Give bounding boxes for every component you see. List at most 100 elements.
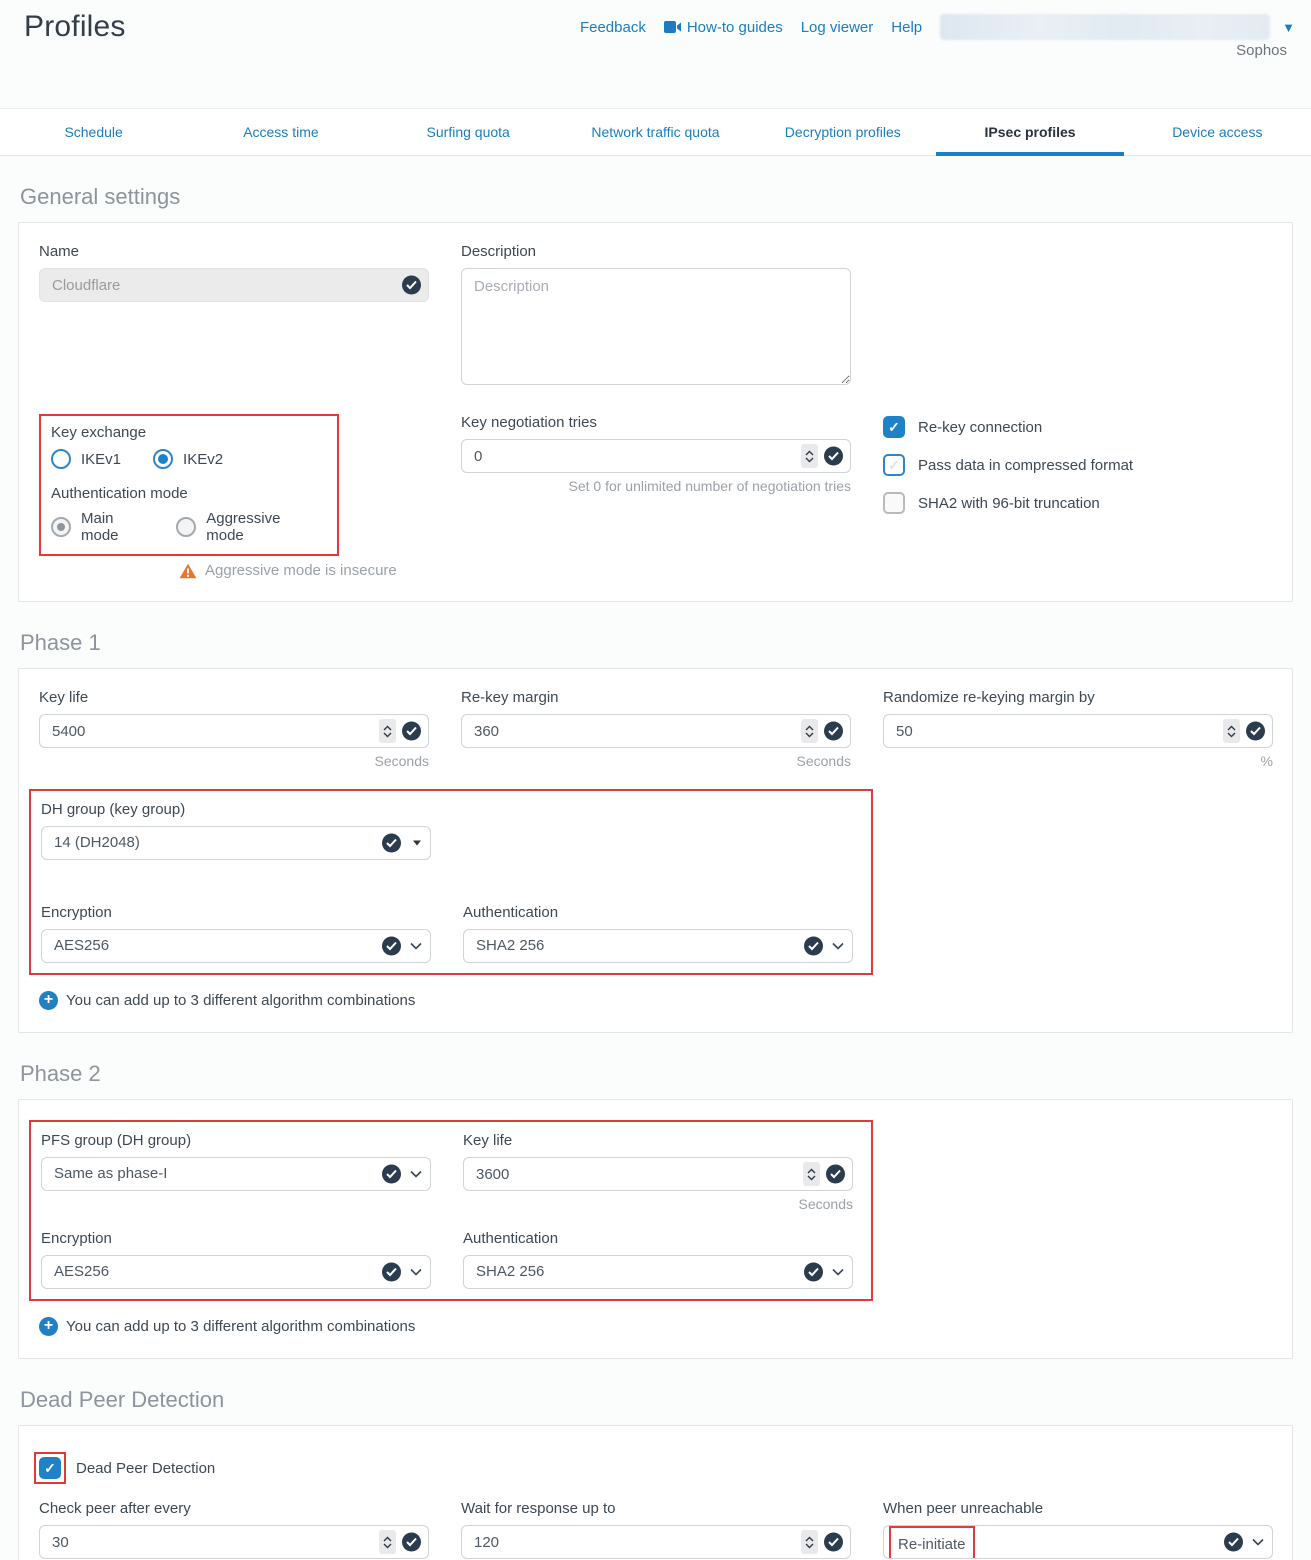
phase1-algorithms-annotation-box: DH group (key group) 14 (DH2048) Encrypt… xyxy=(29,789,873,975)
tab-surfing-quota[interactable]: Surfing quota xyxy=(375,109,562,155)
aggressive-mode-warning: Aggressive mode is insecure xyxy=(205,562,397,579)
howto-guides-link[interactable]: How-to guides xyxy=(687,19,783,36)
dpd-heading: Dead Peer Detection xyxy=(20,1387,1311,1413)
p2-authentication-label: Authentication xyxy=(463,1230,853,1247)
p1-add-note: You can add up to 3 different algorithm … xyxy=(66,992,415,1009)
valid-check-icon xyxy=(804,1263,823,1282)
tab-device-access[interactable]: Device access xyxy=(1124,109,1311,155)
tab-decryption-profiles[interactable]: Decryption profiles xyxy=(749,109,936,155)
dpd-checkbox[interactable]: ✓ xyxy=(39,1457,61,1479)
compressed-format-label[interactable]: Pass data in compressed format xyxy=(918,457,1133,474)
tab-schedule[interactable]: Schedule xyxy=(0,109,187,155)
dpd-check-peer-input[interactable] xyxy=(39,1525,429,1559)
p1-keylife-label: Key life xyxy=(39,689,429,706)
key-exchange-annotation-box: Key exchange IKEv1 IKEv2 Authentication … xyxy=(39,414,339,556)
p1-randomize-input[interactable] xyxy=(883,714,1273,748)
tab-ipsec-profiles[interactable]: IPsec profiles xyxy=(936,109,1123,155)
valid-check-icon xyxy=(382,937,401,956)
p2-keylife-input[interactable] xyxy=(463,1157,853,1191)
dpd-unreachable-select[interactable]: Re-initiate xyxy=(883,1525,1273,1559)
log-viewer-link[interactable]: Log viewer xyxy=(801,19,874,36)
radio-ikev1[interactable] xyxy=(51,449,71,469)
radio-aggressive-mode[interactable] xyxy=(176,517,196,537)
account-selector-blurred[interactable] xyxy=(940,14,1270,40)
valid-check-icon xyxy=(402,722,421,741)
stepper-icon[interactable] xyxy=(1223,719,1240,743)
dpd-card: ✓ Dead Peer Detection Check peer after e… xyxy=(18,1425,1293,1560)
compressed-format-checkbox[interactable]: ✓ xyxy=(883,454,905,476)
radio-main-mode-label[interactable]: Main mode xyxy=(81,510,144,544)
warning-icon xyxy=(179,563,197,579)
dpd-wait-label: Wait for response up to xyxy=(461,1500,851,1517)
stepper-icon[interactable] xyxy=(379,719,396,743)
chevron-down-icon[interactable]: ▼ xyxy=(1282,20,1295,35)
add-combination-icon[interactable]: + xyxy=(39,991,58,1010)
rekey-connection-checkbox[interactable]: ✓ xyxy=(883,416,905,438)
stepper-icon[interactable] xyxy=(801,719,818,743)
dpd-unreachable-label: When peer unreachable xyxy=(883,1500,1273,1517)
general-settings-heading: General settings xyxy=(20,184,1311,210)
key-negotiation-label: Key negotiation tries xyxy=(461,414,851,431)
p1-keylife-unit: Seconds xyxy=(39,753,429,769)
p2-encryption-label: Encryption xyxy=(41,1230,431,1247)
p1-dh-group-select[interactable]: 14 (DH2048) xyxy=(41,826,431,860)
tab-access-time[interactable]: Access time xyxy=(187,109,374,155)
stepper-icon[interactable] xyxy=(379,1530,396,1554)
p1-authentication-select[interactable]: SHA2 256 xyxy=(463,929,853,963)
p2-add-note: You can add up to 3 different algorithm … xyxy=(66,1318,415,1335)
valid-check-icon xyxy=(824,722,843,741)
p2-authentication-select[interactable]: SHA2 256 xyxy=(463,1255,853,1289)
valid-check-icon xyxy=(382,834,401,853)
p2-pfs-group-label: PFS group (DH group) xyxy=(41,1132,431,1149)
add-combination-icon[interactable]: + xyxy=(39,1317,58,1336)
tab-bar: Schedule Access time Surfing quota Netwo… xyxy=(0,108,1311,156)
feedback-link[interactable]: Feedback xyxy=(580,19,646,36)
p1-keylife-input[interactable] xyxy=(39,714,429,748)
description-textarea[interactable] xyxy=(461,268,851,385)
p1-encryption-select[interactable]: AES256 xyxy=(41,929,431,963)
rekey-connection-label[interactable]: Re-key connection xyxy=(918,419,1042,436)
p2-keylife-label: Key life xyxy=(463,1132,853,1149)
p2-pfs-group-select[interactable]: Same as phase-I xyxy=(41,1157,431,1191)
radio-ikev2[interactable] xyxy=(153,449,173,469)
dpd-check-peer-label: Check peer after every xyxy=(39,1500,429,1517)
radio-aggressive-mode-label[interactable]: Aggressive mode xyxy=(206,510,305,544)
video-camera-icon xyxy=(664,21,681,33)
p1-randomize-label: Randomize re-keying margin by xyxy=(883,689,1273,706)
chevron-down-icon[interactable] xyxy=(410,1170,422,1178)
auth-mode-label: Authentication mode xyxy=(51,485,327,502)
profiles-page: Profiles Feedback How-to guides Log view… xyxy=(0,0,1311,1560)
name-input[interactable] xyxy=(39,268,429,302)
key-negotiation-hint: Set 0 for unlimited number of negotiatio… xyxy=(461,478,851,494)
dropdown-caret-icon[interactable] xyxy=(413,841,421,846)
chevron-down-icon[interactable] xyxy=(1252,1538,1264,1546)
dpd-wait-input[interactable] xyxy=(461,1525,851,1559)
chevron-down-icon[interactable] xyxy=(410,1268,422,1276)
stepper-icon[interactable] xyxy=(803,1162,820,1186)
p1-encryption-label: Encryption xyxy=(41,904,431,921)
help-link[interactable]: Help xyxy=(891,19,922,36)
valid-check-icon xyxy=(382,1165,401,1184)
key-negotiation-input[interactable] xyxy=(461,439,851,473)
radio-ikev2-label[interactable]: IKEv2 xyxy=(183,451,223,468)
p2-encryption-select[interactable]: AES256 xyxy=(41,1255,431,1289)
brand-label: Sophos xyxy=(1236,42,1287,59)
p1-rekey-margin-input[interactable] xyxy=(461,714,851,748)
chevron-down-icon[interactable] xyxy=(832,1268,844,1276)
sha2-truncation-label[interactable]: SHA2 with 96-bit truncation xyxy=(918,495,1100,512)
radio-ikev1-label[interactable]: IKEv1 xyxy=(81,451,121,468)
dpd-toggle-label[interactable]: Dead Peer Detection xyxy=(76,1460,215,1477)
chevron-down-icon[interactable] xyxy=(832,942,844,950)
dpd-checkbox-annotation-box: ✓ xyxy=(34,1452,66,1484)
p1-dh-group-label: DH group (key group) xyxy=(41,801,431,818)
stepper-icon[interactable] xyxy=(801,444,818,468)
sha2-truncation-checkbox[interactable] xyxy=(883,492,905,514)
stepper-icon[interactable] xyxy=(801,1530,818,1554)
reinitiate-annotation-box: Re-initiate xyxy=(889,1526,975,1559)
valid-check-icon xyxy=(804,937,823,956)
tab-network-traffic-quota[interactable]: Network traffic quota xyxy=(562,109,749,155)
chevron-down-icon[interactable] xyxy=(410,942,422,950)
radio-main-mode[interactable] xyxy=(51,517,71,537)
phase2-algorithms-annotation-box: PFS group (DH group) Same as phase-I Key… xyxy=(29,1120,873,1301)
phase1-card: Key life Seconds Re-key margin xyxy=(18,668,1293,1033)
